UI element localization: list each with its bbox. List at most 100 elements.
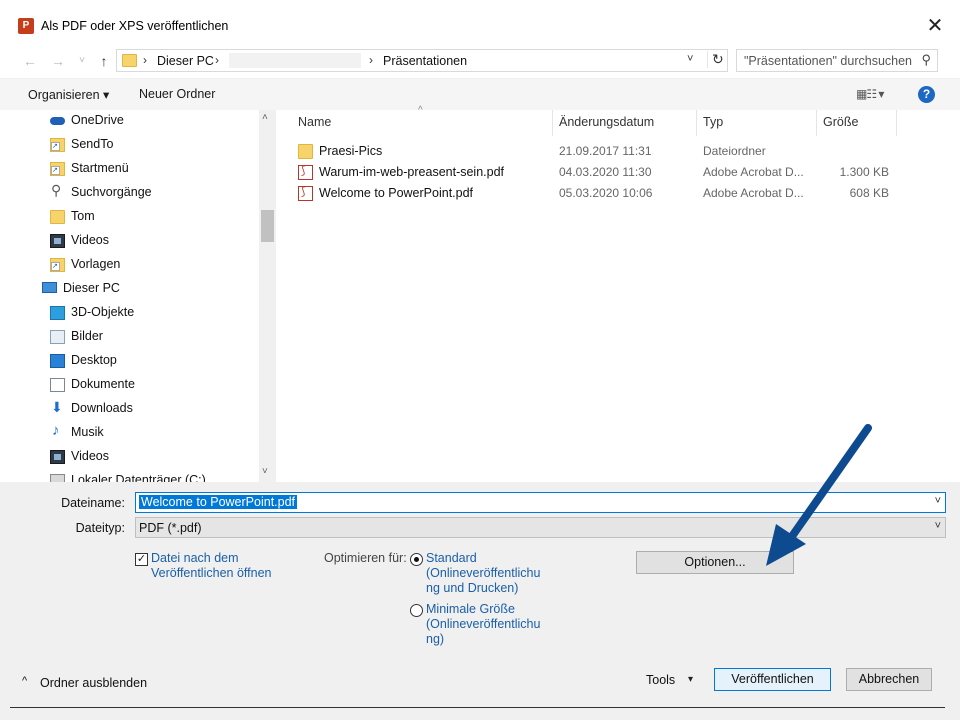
cancel-button[interactable]: Abbrechen bbox=[846, 668, 932, 691]
nav-item-label: Dieser PC bbox=[63, 281, 120, 295]
video-icon bbox=[50, 450, 65, 464]
address-bar[interactable]: › Dieser PC › › Präsentationen ˅ ↻ bbox=[116, 49, 728, 72]
address-row: ← → ˅ ↑ › Dieser PC › › Präsentationen ˅… bbox=[0, 46, 960, 76]
pdf-icon bbox=[298, 164, 313, 180]
chevron-up-icon: ^ bbox=[22, 675, 28, 687]
shortcut-folder-icon bbox=[50, 138, 65, 152]
open-after-publish-label-line2: Veröffentlichen öffnen bbox=[151, 566, 272, 580]
redacted-breadcrumb bbox=[229, 53, 361, 68]
column-divider[interactable] bbox=[816, 110, 817, 136]
column-header-name[interactable]: Name bbox=[298, 115, 331, 129]
chevron-down-icon[interactable]: ▾ bbox=[688, 674, 693, 685]
tools-menu-button[interactable]: Tools bbox=[646, 673, 675, 687]
search-icon: ⚲ bbox=[921, 52, 931, 67]
scroll-up-icon[interactable]: ˄ bbox=[262, 112, 268, 123]
sort-ascending-icon: ^ bbox=[418, 105, 423, 116]
onedrive-icon bbox=[50, 114, 65, 128]
desktop-icon bbox=[50, 354, 65, 368]
optimize-standard-line: ng und Drucken) bbox=[426, 581, 519, 595]
optimize-minimal-line: ng) bbox=[426, 632, 445, 646]
nav-item-label: SendTo bbox=[71, 137, 114, 151]
search-icon bbox=[50, 182, 65, 200]
scrollbar-thumb[interactable] bbox=[261, 210, 274, 242]
nav-item-label: Videos bbox=[71, 233, 109, 247]
refresh-icon[interactable]: ↻ bbox=[707, 51, 724, 68]
file-type: Adobe Acrobat D... bbox=[703, 165, 804, 179]
nav-item-label: Musik bbox=[71, 425, 104, 439]
breadcrumb-praesentationen[interactable]: Präsentationen bbox=[383, 54, 467, 68]
nav-item-label: Vorlagen bbox=[71, 257, 121, 271]
column-divider[interactable] bbox=[896, 110, 897, 136]
column-header-date[interactable]: Änderungsdatum bbox=[559, 115, 654, 129]
chevron-down-icon[interactable]: ˅ bbox=[935, 520, 941, 532]
computer-icon bbox=[42, 282, 57, 293]
optimize-minimal-line: Minimale Größe bbox=[426, 602, 515, 616]
3d-objects-icon bbox=[50, 306, 65, 320]
folder-icon bbox=[122, 54, 137, 67]
breadcrumb-dieser-pc[interactable]: Dieser PC bbox=[157, 54, 214, 68]
forward-arrow-icon[interactable]: → bbox=[48, 51, 68, 71]
search-input[interactable]: "Präsentationen" durchsuchen ⚲ bbox=[736, 49, 938, 72]
title-bar: P Als PDF oder XPS veröffentlichen ✕ bbox=[0, 0, 960, 44]
chevron-down-icon[interactable]: ˅ bbox=[935, 495, 941, 507]
file-name: Welcome to PowerPoint.pdf bbox=[319, 186, 474, 200]
file-type: Dateiordner bbox=[703, 144, 766, 158]
up-arrow-icon[interactable]: ↑ bbox=[94, 51, 114, 71]
organize-button[interactable]: Organisieren ▾ bbox=[28, 87, 109, 102]
music-icon bbox=[50, 422, 65, 440]
column-header-type[interactable]: Typ bbox=[703, 115, 723, 129]
file-date: 04.03.2020 11:30 bbox=[559, 165, 652, 179]
documents-icon bbox=[50, 378, 65, 392]
file-date: 05.03.2020 10:06 bbox=[559, 186, 653, 200]
filename-value: Welcome to PowerPoint.pdf bbox=[139, 495, 298, 509]
new-folder-button[interactable]: Neuer Ordner bbox=[139, 87, 215, 101]
view-options-icon[interactable]: ▦☷ ▾ bbox=[856, 87, 884, 101]
column-divider[interactable] bbox=[552, 110, 553, 136]
open-after-publish-checkbox[interactable]: ✓ bbox=[135, 553, 148, 566]
file-date: 21.09.2017 11:31 bbox=[559, 144, 652, 158]
breadcrumb-separator[interactable]: › bbox=[369, 53, 373, 67]
help-icon[interactable]: ? bbox=[918, 86, 935, 103]
video-icon bbox=[50, 234, 65, 248]
folder-icon bbox=[50, 210, 65, 224]
breadcrumb-separator[interactable]: › bbox=[143, 53, 147, 67]
optimize-minimal-radio[interactable] bbox=[410, 604, 423, 617]
breadcrumb-separator[interactable]: › bbox=[215, 53, 219, 67]
nav-item-label: Dokumente bbox=[71, 377, 135, 391]
filetype-value: PDF (*.pdf) bbox=[139, 521, 202, 535]
file-row[interactable]: Praesi-Pics 21.09.2017 11:31 Dateiordner bbox=[296, 142, 916, 162]
file-row[interactable]: Warum-im-web-preasent-sein.pdf 04.03.202… bbox=[296, 163, 916, 183]
nav-item-label: Downloads bbox=[71, 401, 133, 415]
open-after-publish-label-line1: Datei nach dem bbox=[151, 551, 239, 565]
column-divider[interactable] bbox=[696, 110, 697, 136]
file-row[interactable]: Welcome to PowerPoint.pdf 05.03.2020 10:… bbox=[296, 184, 916, 204]
column-header-size[interactable]: Größe bbox=[823, 115, 858, 129]
optimize-minimal-line: (Onlineveröffentlichu bbox=[426, 617, 541, 631]
nav-item-label: Startmenü bbox=[71, 161, 129, 175]
pdf-icon bbox=[298, 185, 313, 201]
search-placeholder: "Präsentationen" durchsuchen bbox=[744, 54, 913, 68]
optimize-standard-radio[interactable] bbox=[410, 553, 423, 566]
scroll-down-icon[interactable]: ˅ bbox=[262, 466, 268, 477]
nav-item-label: Desktop bbox=[71, 353, 117, 367]
publish-button[interactable]: Veröffentlichen bbox=[714, 668, 831, 691]
optimize-standard-line: (Onlineveröffentlichu bbox=[426, 566, 541, 580]
open-after-publish-label[interactable]: Datei nach dem Veröffentlichen öffnen bbox=[151, 551, 271, 581]
folder-icon bbox=[298, 144, 313, 159]
optimize-standard-label[interactable]: Standard (Onlineveröffentlichu ng und Dr… bbox=[426, 551, 540, 596]
hide-folders-button[interactable]: ^ Ordner ausblenden bbox=[22, 675, 148, 690]
optimize-minimal-label[interactable]: Minimale Größe (Onlineveröffentlichu ng) bbox=[426, 602, 540, 647]
nav-item-label: Videos bbox=[71, 449, 109, 463]
nav-item-label: Tom bbox=[71, 209, 95, 223]
shortcut-folder-icon bbox=[50, 162, 65, 176]
hide-folders-label: Ordner ausblenden bbox=[40, 676, 148, 690]
drive-icon bbox=[50, 474, 65, 482]
recent-locations-icon[interactable]: ˅ bbox=[72, 51, 92, 71]
close-icon[interactable]: ✕ bbox=[922, 14, 948, 40]
pictures-icon bbox=[50, 330, 65, 344]
chevron-down-icon[interactable]: ˅ bbox=[687, 53, 693, 65]
powerpoint-icon: P bbox=[18, 18, 34, 34]
nav-scrollbar[interactable]: ˄ ˅ bbox=[259, 110, 276, 482]
back-arrow-icon[interactable]: ← bbox=[20, 51, 40, 71]
nav-item-label: Suchvorgänge bbox=[71, 185, 152, 199]
